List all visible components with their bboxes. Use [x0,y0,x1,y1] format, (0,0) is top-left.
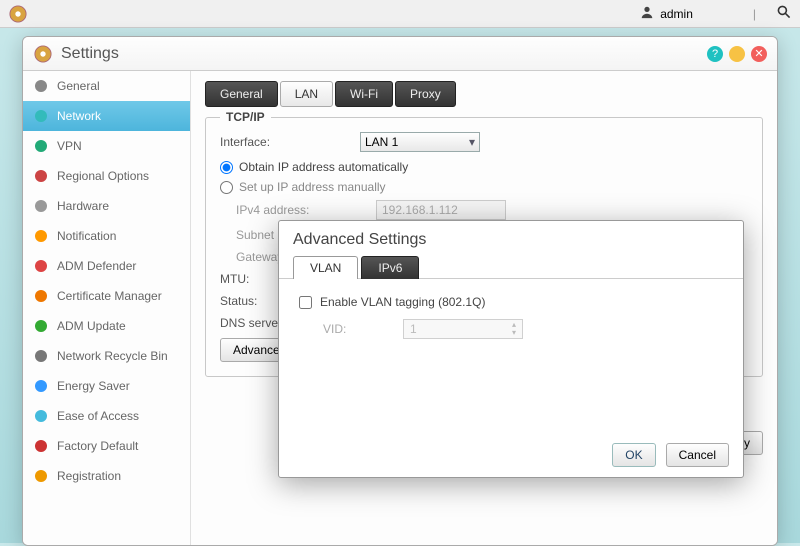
tab-lan[interactable]: LAN [280,81,333,107]
tab-vlan[interactable]: VLAN [293,256,358,279]
user-icon [640,5,654,22]
sidebar-item-label: Regional Options [57,169,149,183]
sidebar-item-label: General [57,79,100,93]
sidebar-item-label: Registration [57,469,121,483]
sidebar-item-certificate-manager[interactable]: Certificate Manager [23,281,190,311]
tab-proxy[interactable]: Proxy [395,81,456,107]
ip-auto-radio[interactable]: Obtain IP address automatically [220,160,748,174]
sidebar-item-regional-options[interactable]: Regional Options [23,161,190,191]
help-button[interactable]: ? [707,46,723,62]
sidebar-item-network[interactable]: Network [23,101,190,131]
sidebar-item-hardware[interactable]: Hardware [23,191,190,221]
settings-app-icon [33,44,53,64]
sidebar-icon [33,108,49,124]
titlebar: Settings ? ✕ [23,37,777,71]
sidebar-item-label: Notification [57,229,116,243]
sidebar-item-label: ADM Update [57,319,126,333]
modal-tabs: VLAN IPv6 [279,255,743,279]
tab-ipv6[interactable]: IPv6 [361,256,419,279]
sidebar-icon [33,348,49,364]
sidebar-item-registration[interactable]: Registration [23,461,190,491]
sidebar-icon [33,198,49,214]
radio-auto-input[interactable] [220,161,233,174]
sidebar-icon [33,168,49,184]
sidebar-item-label: VPN [57,139,82,153]
advanced-settings-modal: Advanced Settings VLAN IPv6 Enable VLAN … [278,220,744,478]
radio-manual-input[interactable] [220,181,233,194]
tab-wi-fi[interactable]: Wi-Fi [335,81,393,107]
sidebar-item-label: Network [57,109,101,123]
interface-select[interactable]: LAN 1 ▾ [360,132,480,152]
interface-value: LAN 1 [365,135,398,149]
network-tabs: GeneralLANWi-FiProxy [205,81,763,107]
search-icon[interactable] [776,4,792,23]
ipv4-label: IPv4 address: [236,203,366,217]
sidebar-item-label: Network Recycle Bin [57,349,168,363]
radio-manual-label: Set up IP address manually [239,180,386,194]
minimize-button[interactable] [729,46,745,62]
divider: | [753,7,756,21]
sidebar-icon [33,258,49,274]
modal-title: Advanced Settings [279,221,743,255]
sidebar-item-label: Certificate Manager [57,289,162,303]
enable-vlan-input[interactable] [299,296,312,309]
sidebar-item-factory-default[interactable]: Factory Default [23,431,190,461]
sidebar-item-general[interactable]: General [23,71,190,101]
sidebar-icon [33,468,49,484]
sidebar-item-label: Energy Saver [57,379,130,393]
interface-label: Interface: [220,135,350,149]
app-launcher-icon[interactable] [8,4,28,24]
sidebar-icon [33,438,49,454]
desktop-taskbar: admin | [0,0,800,28]
sidebar-item-energy-saver[interactable]: Energy Saver [23,371,190,401]
sidebar-item-label: Factory Default [57,439,138,453]
close-button[interactable]: ✕ [751,46,767,62]
chevron-down-icon: ▾ [469,135,475,149]
sidebar: General Network VPN Regional Options Hardwar… [23,71,191,545]
sidebar-item-adm-defender[interactable]: ADM Defender [23,251,190,281]
sidebar-icon [33,138,49,154]
sidebar-icon [33,408,49,424]
sidebar-item-network-recycle-bin[interactable]: Network Recycle Bin [23,341,190,371]
sidebar-icon [33,318,49,334]
tab-general[interactable]: General [205,81,278,107]
ip-manual-radio[interactable]: Set up IP address manually [220,180,748,194]
sidebar-icon [33,378,49,394]
sidebar-item-ease-of-access[interactable]: Ease of Access [23,401,190,431]
user-menu[interactable]: admin [640,5,693,22]
sidebar-item-label: ADM Defender [57,259,136,273]
sidebar-item-label: Ease of Access [57,409,139,423]
ipv4-input [376,200,506,220]
enable-vlan-label: Enable VLAN tagging (802.1Q) [320,295,485,309]
cancel-button[interactable]: Cancel [666,443,729,467]
user-label: admin [660,7,693,21]
enable-vlan-checkbox[interactable]: Enable VLAN tagging (802.1Q) [299,295,723,309]
spinner-arrows-icon: ▴▾ [512,321,516,337]
sidebar-icon [33,78,49,94]
radio-auto-label: Obtain IP address automatically [239,160,408,174]
ok-button[interactable]: OK [612,443,655,467]
vid-value: 1 [410,322,417,336]
sidebar-item-notification[interactable]: Notification [23,221,190,251]
window-title: Settings [61,45,119,63]
sidebar-icon [33,228,49,244]
vid-spinner: 1 ▴▾ [403,319,523,339]
vid-label: VID: [323,322,393,336]
fieldset-legend: TCP/IP [220,110,271,124]
sidebar-item-label: Hardware [57,199,109,213]
sidebar-item-adm-update[interactable]: ADM Update [23,311,190,341]
sidebar-icon [33,288,49,304]
sidebar-item-vpn[interactable]: VPN [23,131,190,161]
